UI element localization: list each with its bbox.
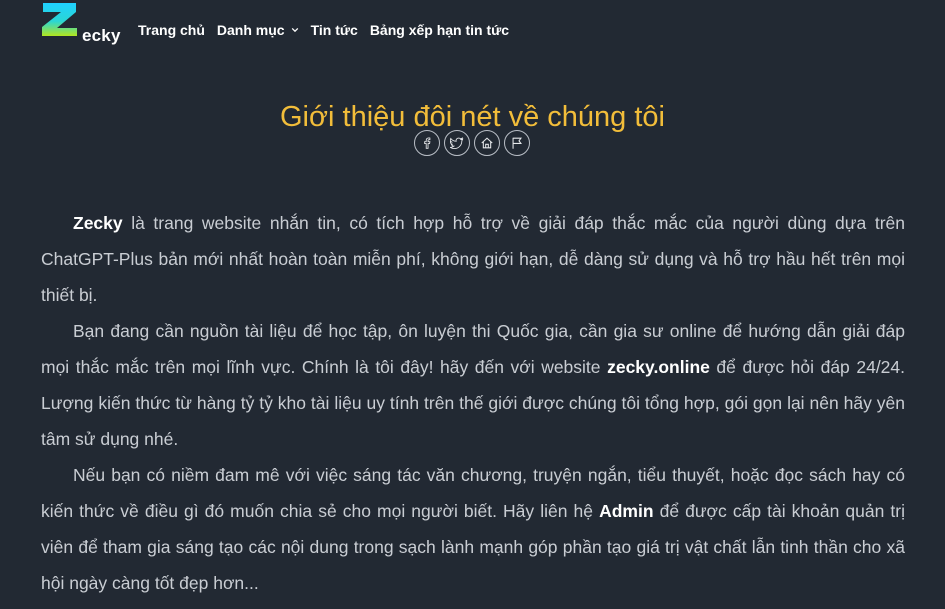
- paragraph-writers: Nếu bạn có niềm đam mê với việc sáng tác…: [41, 457, 905, 601]
- home-share-button[interactable]: [474, 130, 500, 156]
- zecky-logo-icon: [42, 3, 77, 36]
- twitter-share-button[interactable]: [444, 130, 470, 156]
- flag-report-button[interactable]: [504, 130, 530, 156]
- paragraph-intro: Zecky là trang website nhắn tin, có tích…: [41, 205, 905, 313]
- brand-name: Zecky: [73, 213, 123, 233]
- nav-item-news[interactable]: Tin tức: [311, 22, 358, 38]
- share-buttons: [414, 130, 534, 156]
- facebook-share-button[interactable]: [414, 130, 440, 156]
- flag-icon: [512, 137, 522, 149]
- paragraph-resources: Bạn đang cần nguồn tài liệu để học tập, …: [41, 313, 905, 457]
- nav-item-categories[interactable]: Danh mục: [217, 22, 299, 38]
- logo-text: ecky: [82, 26, 121, 45]
- paragraph-intro-text: là trang website nhắn tin, có tích hợp h…: [41, 213, 905, 305]
- nav-item-news-ranking[interactable]: Bảng xếp hạn tin tức: [370, 22, 509, 38]
- home-icon: [481, 137, 493, 149]
- nav-item-home[interactable]: Trang chủ: [138, 22, 205, 38]
- site-logo[interactable]: ecky: [40, 0, 120, 46]
- nav-item-news-label: Tin tức: [310, 22, 358, 38]
- about-content: Zecky là trang website nhắn tin, có tích…: [41, 205, 905, 601]
- twitter-icon: [450, 137, 464, 150]
- facebook-icon: [424, 137, 431, 149]
- nav-item-news-ranking-label: Bảng xếp hạn tin tức: [369, 22, 510, 38]
- admin-contact: Admin: [599, 501, 654, 521]
- chevron-down-icon: [291, 27, 298, 33]
- nav-item-categories-label: Danh mục: [216, 22, 285, 38]
- main-nav: Trang chủ Danh mục Tin tức Bảng xếp hạn …: [138, 22, 521, 38]
- site-header: ecky Trang chủ Danh mục Tin tức Bảng xếp…: [0, 0, 945, 60]
- nav-item-home-label: Trang chủ: [138, 22, 205, 38]
- site-domain: zecky.online: [607, 357, 710, 377]
